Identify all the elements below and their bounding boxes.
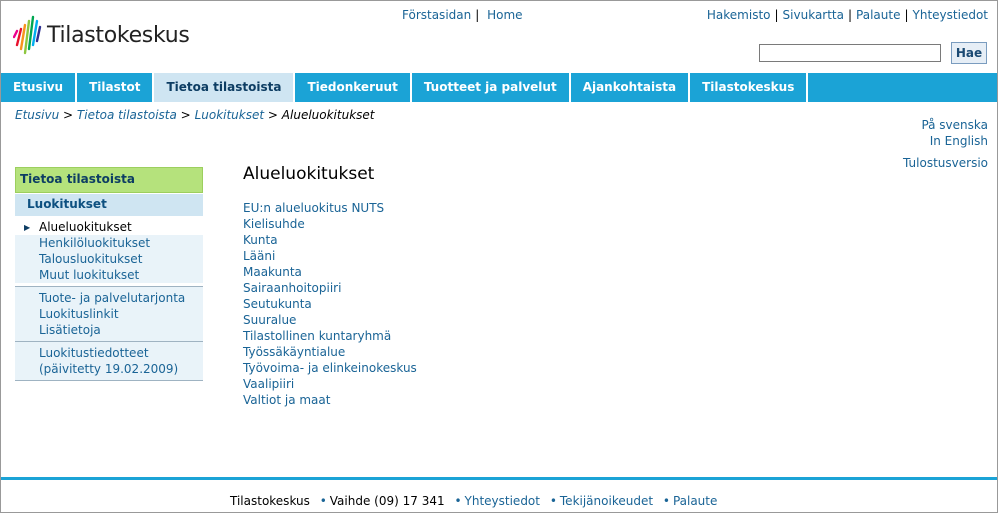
- link-tilastollinen-kuntaryhma[interactable]: Tilastollinen kuntaryhmä: [243, 329, 391, 343]
- utility-links: Hakemisto | Sivukartta | Palaute | Yhteystiedo…: [706, 8, 988, 22]
- logo-text: Tilastokeskus: [47, 22, 190, 48]
- bullet-icon: •: [549, 494, 557, 508]
- left-navigation: Tietoa tilastoista Luokitukset Alueluoki…: [15, 167, 203, 381]
- link-pa-svenska[interactable]: På svenska: [921, 118, 988, 132]
- search-button[interactable]: Hae: [951, 42, 987, 64]
- main-content: Alueluokitukset EU:n alueluokitus NUTS K…: [243, 164, 417, 408]
- leftnav-item-alueluokitukset[interactable]: Alueluokitukset: [15, 219, 203, 236]
- link-sairaanhoitopiiri[interactable]: Sairaanhoitopiiri: [243, 281, 341, 295]
- breadcrumb-separator: >: [267, 108, 278, 122]
- link-maakunta[interactable]: Maakunta: [243, 265, 302, 279]
- leftnav-group-classifications: Alueluokitukset Henkilöluokitukset Talou…: [15, 216, 203, 287]
- logo-icon: [13, 15, 42, 55]
- nav-tilastot[interactable]: Tilastot: [77, 73, 155, 102]
- breadcrumb-separator: >: [63, 108, 74, 122]
- link-eu-nuts[interactable]: EU:n alueluokitus NUTS: [243, 201, 384, 215]
- leftnav-item-muut-luokitukset[interactable]: Muut luokitukset: [15, 267, 203, 283]
- site-logo[interactable]: Tilastokeskus: [13, 15, 190, 55]
- link-valtiot-ja-maat[interactable]: Valtiot ja maat: [243, 393, 330, 407]
- leftnav-group-bulletins: Luokitustiedotteet (päivitetty 19.02.200…: [15, 342, 203, 381]
- nav-ajankohtaista[interactable]: Ajankohtaista: [571, 73, 691, 102]
- classification-link-list: EU:n alueluokitus NUTS Kielisuhde Kunta …: [243, 200, 417, 408]
- link-home[interactable]: Home: [487, 8, 522, 22]
- footer-phone: Vaihde (09) 17 341: [329, 494, 445, 508]
- link-kielisuhde[interactable]: Kielisuhde: [243, 217, 305, 231]
- link-seutukunta[interactable]: Seutukunta: [243, 297, 312, 311]
- link-laani[interactable]: Lääni: [243, 249, 275, 263]
- leftnav-item-talousluokitukset[interactable]: Talousluokitukset: [15, 251, 203, 267]
- bullet-icon: •: [454, 494, 462, 508]
- leftnav-item-tuote-ja-palvelutarjonta[interactable]: Tuote- ja palvelutarjonta: [15, 290, 203, 306]
- footer-link-tekijanoikeudet[interactable]: Tekijänoikeudet: [560, 494, 653, 508]
- leftnav-item-henkiloluokitukset[interactable]: Henkilöluokitukset: [15, 235, 203, 251]
- leftnav-item-luokituslinkit[interactable]: Luokituslinkit: [15, 306, 203, 322]
- bullet-icon: •: [662, 494, 670, 508]
- leftnav-item-updated-date[interactable]: (päivitetty 19.02.2009): [15, 361, 203, 377]
- link-palaute[interactable]: Palaute: [856, 8, 900, 22]
- breadcrumb-current: Alueluokitukset: [281, 108, 375, 122]
- breadcrumb-separator: >: [180, 108, 191, 122]
- footer-link-yhteystiedot[interactable]: Yhteystiedot: [465, 494, 540, 508]
- nav-tilastokeskus[interactable]: Tilastokeskus: [690, 73, 809, 102]
- leftnav-item-lisatietoja[interactable]: Lisätietoja: [15, 322, 203, 338]
- link-in-english[interactable]: In English: [930, 134, 988, 148]
- page-title: Alueluokitukset: [243, 164, 375, 184]
- leftnav-section-luokitukset[interactable]: Luokitukset: [15, 194, 203, 216]
- link-kunta[interactable]: Kunta: [243, 233, 278, 247]
- link-tyossakayntialue[interactable]: Työssäkäyntialue: [243, 345, 345, 359]
- leftnav-item-luokitustiedotteet[interactable]: Luokitustiedotteet: [15, 345, 203, 361]
- nav-tietoa-tilastoista[interactable]: Tietoa tilastoista: [154, 73, 296, 102]
- breadcrumb: Etusivu > Tietoa tilastoista > Luokituks…: [15, 108, 375, 122]
- print-version-link[interactable]: Tulostusversio: [903, 156, 988, 170]
- nav-tuotteet-ja-palvelut[interactable]: Tuotteet ja palvelut: [412, 73, 571, 102]
- nav-etusivu[interactable]: Etusivu: [1, 73, 78, 102]
- leftnav-group-services: Tuote- ja palvelutarjonta Luokituslinkit…: [15, 287, 203, 342]
- link-yhteystiedot[interactable]: Yhteystiedot: [913, 8, 988, 22]
- breadcrumb-etusivu[interactable]: Etusivu: [15, 108, 59, 122]
- link-tyovoima-ja-elinkeinokeskus[interactable]: Työvoima- ja elinkeinokeskus: [243, 361, 417, 375]
- main-navigation: Etusivu Tilastot Tietoa tilastoista Tied…: [1, 73, 997, 102]
- footer: Tilastokeskus • Vaihde (09) 17 341 • Yhtey…: [230, 494, 717, 508]
- footer-org: Tilastokeskus: [230, 494, 310, 508]
- top-language-links: Förstasidan | Home: [402, 8, 523, 22]
- footer-link-palaute[interactable]: Palaute: [673, 494, 717, 508]
- search-input[interactable]: [759, 44, 941, 62]
- nav-tiedonkeruut[interactable]: Tiedonkeruut: [295, 73, 412, 102]
- language-switcher: På svenska In English: [921, 117, 988, 149]
- breadcrumb-tietoa-tilastoista[interactable]: Tietoa tilastoista: [77, 108, 177, 122]
- link-sivukartta[interactable]: Sivukartta: [783, 8, 844, 22]
- link-forstasidan[interactable]: Förstasidan: [402, 8, 471, 22]
- link-suuralue[interactable]: Suuralue: [243, 313, 296, 327]
- leftnav-heading[interactable]: Tietoa tilastoista: [15, 167, 203, 193]
- breadcrumb-luokitukset[interactable]: Luokitukset: [195, 108, 265, 122]
- link-hakemisto[interactable]: Hakemisto: [707, 8, 771, 22]
- footer-divider: [1, 477, 997, 480]
- bullet-icon: •: [319, 494, 327, 508]
- link-vaalipiiri[interactable]: Vaalipiiri: [243, 377, 294, 391]
